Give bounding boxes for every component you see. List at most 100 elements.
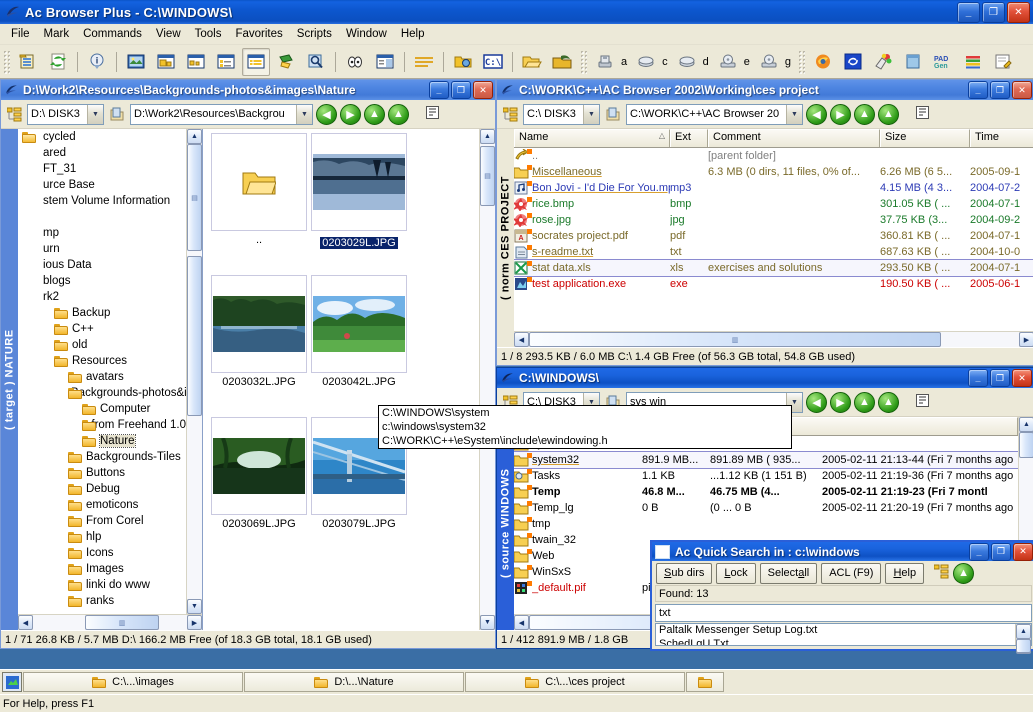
acl-button[interactable]: ACL (F9) (821, 562, 882, 584)
child1-path-combo[interactable]: D:\Work2\Resources\Backgrou ▼ (130, 103, 313, 125)
folder-tree[interactable]: cycled ared FT_31 urce Base stem Volume Info… (40, 129, 186, 614)
scroll-thumb[interactable] (1019, 432, 1033, 458)
tree-item[interactable]: hlp (40, 529, 186, 545)
tree-toggle-icon[interactable] (500, 107, 520, 122)
tree-item[interactable]: ious Data (40, 257, 186, 273)
quicksearch-results[interactable]: Paltalk Messenger Setup Log.txt SchedLgU.… (656, 624, 1015, 645)
sync-blue-icon[interactable] (839, 48, 867, 76)
toolbar-grip[interactable] (3, 49, 10, 74)
toolbar-grip-3[interactable] (798, 49, 805, 74)
child1-maximize-button[interactable]: ❐ (451, 81, 471, 99)
tree-item[interactable]: Computer (40, 401, 186, 417)
drive-d-disk-icon[interactable] (673, 48, 701, 76)
tree-item[interactable]: emoticons (40, 497, 186, 513)
drive-c-icon[interactable]: C:\ (479, 48, 507, 76)
tree-toggle-icon[interactable] (4, 107, 24, 122)
autocomplete-item-2[interactable]: C:\WORK\C++\eSystem\include\ewindowing.h (379, 434, 791, 448)
tree-item[interactable]: Buttons (40, 465, 186, 481)
child1-drive-combo[interactable]: D:\ DISK3 ▼ (27, 103, 104, 125)
tree-item[interactable]: Backgrounds-Tiles (40, 449, 186, 465)
list-options-icon[interactable] (916, 106, 929, 122)
table-row[interactable]: .. [parent folder] (514, 148, 1033, 164)
child2-side-tab[interactable]: ( norm CES PROJECT (497, 129, 514, 347)
tree-item[interactable]: Backgrounds-photos&image (40, 385, 186, 401)
list-options-icon[interactable] (426, 106, 439, 122)
firefox-icon[interactable] (809, 48, 837, 76)
padgen-icon[interactable]: PAD Gen (929, 48, 957, 76)
tree-item[interactable]: linki do www (40, 577, 186, 593)
scroll-right-button[interactable]: ▶ (1019, 332, 1033, 347)
quick-search-dialog[interactable]: Ac Quick Search in : c:\windows _ ❐ ✕ Su… (650, 540, 1033, 654)
child3-maximize-button[interactable]: ❐ (990, 369, 1010, 387)
details-view-icon[interactable] (242, 47, 270, 76)
child2-column-headers[interactable]: Name △ Ext Comment Size Time (514, 129, 1033, 148)
sub-dirs-button[interactable]: Sub dirs (656, 562, 713, 584)
autocomplete-item-0[interactable]: C:\WINDOWS\system (379, 406, 791, 420)
up-button[interactable]: ▲ (854, 391, 875, 413)
table-row[interactable]: rice.bmp bmp 301.05 KB ( ... 2004-07-1 (514, 196, 1033, 212)
scroll-up-button[interactable]: ▲ (1019, 417, 1033, 432)
copy-tool-icon[interactable] (14, 48, 42, 76)
root-button[interactable]: ▲ (388, 103, 409, 125)
folder-up-icon[interactable] (107, 106, 127, 122)
scroll-left-button[interactable]: ◀ (514, 332, 529, 347)
workspace-tab-2[interactable]: C:\...\ces project (465, 672, 685, 692)
up-button[interactable]: ▲ (364, 103, 385, 125)
child2-drive-combo[interactable]: C:\ DISK3 ▼ (523, 103, 600, 125)
tree-item[interactable]: Nature (40, 433, 186, 449)
path-autocomplete-dropdown[interactable]: C:\WINDOWS\system c:\windows\system32 C:… (378, 405, 792, 449)
forward-button[interactable]: ▶ (340, 103, 361, 125)
edit-note-icon[interactable] (989, 48, 1017, 76)
thumbnail-item[interactable]: 0203042L.JPG (311, 275, 407, 388)
scroll-thumb[interactable]: ▤ (187, 144, 202, 251)
chevron-down-icon[interactable]: ▼ (583, 104, 599, 124)
column-header-comment[interactable]: Comment (708, 129, 880, 147)
quicksearch-close-button[interactable]: ✕ (1013, 542, 1033, 561)
menu-item-mark[interactable]: Mark (37, 26, 77, 42)
search-icon[interactable] (302, 48, 330, 76)
tree-item[interactable]: ranks (40, 593, 186, 609)
list-options-icon[interactable] (916, 394, 929, 410)
books-icon[interactable] (959, 48, 987, 76)
drive-c-disk-icon[interactable] (632, 48, 660, 76)
column-header-size[interactable]: Size (880, 129, 970, 147)
scroll-left-button[interactable]: ◀ (18, 615, 33, 630)
child2-maximize-button[interactable]: ❐ (990, 81, 1010, 99)
search-result-item[interactable]: Paltalk Messenger Setup Log.txt (656, 624, 1015, 638)
tree-item[interactable]: blogs (40, 273, 186, 289)
menu-item-commands[interactable]: Commands (76, 26, 149, 42)
compare-icon[interactable] (341, 48, 369, 76)
table-row[interactable]: Miscellaneous 6.3 MB (0 dirs, 11 files, 0… (514, 164, 1033, 180)
quicksearch-maximize-button[interactable]: ❐ (991, 542, 1011, 561)
child2-path-combo[interactable]: C:\WORK\C++\AC Browser 20 ▼ (626, 103, 803, 125)
filter-icon[interactable] (272, 48, 300, 76)
scroll-down-button[interactable]: ▼ (480, 615, 495, 630)
notes-icon[interactable] (899, 48, 927, 76)
scroll-up-button[interactable]: ▲ (480, 129, 495, 144)
tree-item[interactable]: rk2 (40, 289, 186, 305)
root-button[interactable]: ▲ (878, 103, 899, 125)
tree-item[interactable]: Images (40, 561, 186, 577)
child2-minimize-button[interactable]: _ (968, 81, 988, 99)
restore-button[interactable]: ❐ (982, 1, 1005, 23)
table-row[interactable]: test application.exe exe 190.50 KB ( ... 20… (514, 276, 1033, 292)
list-view-icon[interactable] (212, 48, 240, 76)
forward-button[interactable]: ▶ (830, 391, 851, 413)
thumbnail-item[interactable]: 0203029L.JPG (311, 133, 407, 249)
table-row[interactable]: Temp 46.8 M... 46.75 MB (4... 2005-02-11 21… (514, 484, 1018, 500)
menu-item-favorites[interactable]: Favorites (228, 26, 289, 42)
thumbs-vscrollbar[interactable]: ▲ ▤ ▼ (479, 129, 495, 630)
archive-icon[interactable] (548, 48, 576, 76)
table-row[interactable]: tmp (514, 516, 1018, 532)
drive-a-icon[interactable] (591, 48, 619, 76)
tree-item[interactable]: old (40, 337, 186, 353)
tree-item[interactable]: cycled (40, 129, 186, 145)
workspace-tab-0[interactable]: C:\...\images (23, 672, 243, 692)
child2-file-list[interactable]: .. [parent folder] Miscellaneous 6.3 MB (0 … (514, 148, 1033, 331)
child3-minimize-button[interactable]: _ (968, 369, 988, 387)
tree-item[interactable]: Debug (40, 481, 186, 497)
tree-item[interactable]: From Corel (40, 513, 186, 529)
scroll-down-button[interactable]: ▼ (187, 599, 202, 614)
child-window-nature[interactable]: D:\Work2\Resources\Backgrounds-photos&im… (0, 79, 496, 649)
menu-item-window[interactable]: Window (339, 26, 394, 42)
